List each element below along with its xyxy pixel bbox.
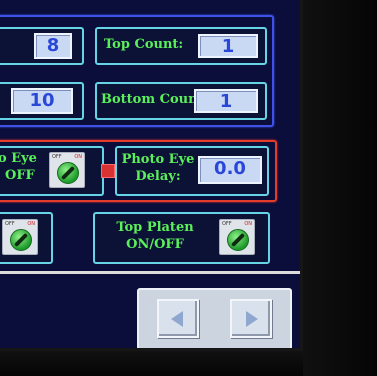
previous-page-button[interactable] (157, 299, 199, 338)
right-triangle-arrow-icon (246, 311, 258, 327)
photo-eye-status-indicator (101, 164, 115, 178)
top-count-value[interactable]: 1 (198, 34, 258, 58)
photo-eye-switch-panel: o Eye OFF OFF ON (0, 146, 104, 196)
rotary-selector-switch-icon (57, 162, 79, 184)
photo-eye-label-line1: o Eye (0, 151, 37, 166)
separator-line (0, 271, 300, 274)
photo-eye-label-line2: OFF (5, 168, 35, 183)
bottom-count-label: Bottom Count (101, 92, 204, 107)
left-switch-panel: OFF ON (0, 212, 53, 264)
bottom-count-panel: Bottom Count 1 (95, 82, 267, 120)
bottom-partial-panel: 10 (0, 82, 84, 120)
switch-off-tag: OFF (52, 154, 62, 160)
monitor-bezel-right (303, 0, 377, 376)
left-toggle-switch[interactable]: OFF ON (2, 219, 38, 255)
switch-on-tag: ON (244, 221, 252, 227)
switch-on-tag: ON (74, 154, 82, 160)
next-page-button[interactable] (230, 299, 272, 338)
hmi-screen: 8 Top Count: 1 10 Bottom Count 1 o Eye O… (0, 0, 303, 351)
top-count-panel: Top Count: 1 (95, 27, 267, 65)
rotary-selector-switch-icon (10, 229, 32, 251)
switch-off-tag: OFF (222, 221, 232, 227)
photo-eye-delay-label-line2: Delay: (135, 169, 181, 184)
page-navigation (137, 288, 292, 348)
bottom-count-value[interactable]: 1 (194, 89, 258, 113)
left-triangle-arrow-icon (171, 311, 183, 327)
top-platen-label-line2: ON/OFF (126, 237, 184, 252)
photo-eye-delay-panel: Photo Eye Delay: 0.0 (115, 146, 269, 196)
top-platen-panel: Top Platen ON/OFF OFF ON (93, 212, 270, 264)
photo-eye-toggle-switch[interactable]: OFF ON (49, 152, 85, 188)
photo-eye-delay-value[interactable]: 0.0 (198, 156, 262, 184)
switch-off-tag: OFF (5, 221, 15, 227)
bottom-partial-value[interactable]: 10 (11, 88, 73, 114)
top-count-label: Top Count: (104, 37, 184, 52)
top-platen-toggle-switch[interactable]: OFF ON (219, 219, 255, 255)
top-partial-panel: 8 (0, 27, 84, 65)
photo-eye-delay-label-line1: Photo Eye (121, 152, 195, 167)
top-partial-value[interactable]: 8 (34, 33, 72, 59)
rotary-selector-switch-icon (227, 229, 249, 251)
monitor-bezel-bottom (0, 351, 303, 376)
switch-on-tag: ON (27, 221, 35, 227)
top-platen-label-line1: Top Platen (116, 220, 194, 235)
